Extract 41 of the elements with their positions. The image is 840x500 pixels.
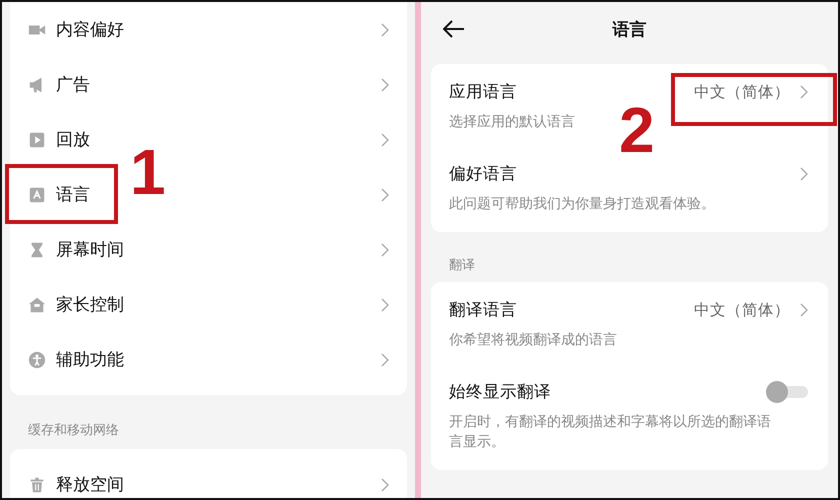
section-header: 翻译 [448, 257, 476, 274]
chevron-icon [381, 188, 389, 202]
toggle-switch[interactable] [766, 382, 808, 402]
setting-title[interactable]: 偏好语言 [448, 163, 517, 185]
settings-item-label[interactable]: 广告 [56, 73, 90, 96]
chevron-icon [381, 478, 389, 492]
chevron-icon [381, 352, 389, 366]
settings-item-label[interactable]: 屏幕时间 [56, 238, 124, 261]
settings-item-label[interactable]: 家长控制 [56, 293, 124, 316]
play-icon [28, 130, 46, 148]
setting-description: 开启时，有翻译的视频描述和字幕将以所选的翻译语言显示。 [448, 413, 772, 452]
step-number: 1 [130, 140, 166, 204]
section-header: 缓存和移动网络 [27, 422, 120, 439]
setting-value[interactable]: 中文（简体） [694, 300, 790, 320]
home-icon [28, 296, 46, 314]
settings-item-label[interactable]: 语言 [56, 183, 90, 206]
chevron-icon [381, 132, 389, 146]
settings-item-label[interactable]: 辅助功能 [56, 348, 124, 371]
setting-title[interactable]: 应用语言 [448, 81, 517, 103]
setting-description: 选择应用的默认语言 [448, 113, 576, 132]
chevron-icon [381, 22, 389, 36]
setting-title[interactable]: 翻译语言 [448, 299, 517, 321]
step-number: 2 [618, 98, 655, 162]
back-arrow-icon[interactable] [442, 20, 465, 38]
setting-description: 你希望将视频翻译成的语言 [448, 331, 618, 350]
setting-description: 此问题可帮助我们为你量身打造观看体验。 [448, 195, 716, 214]
chevron-icon [800, 167, 808, 181]
accessibility-icon [28, 350, 46, 368]
chevron-icon [381, 242, 389, 256]
setting-value[interactable]: 中文（简体） [694, 82, 790, 102]
settings-item-label[interactable]: 回放 [56, 128, 90, 151]
chevron-icon [381, 78, 389, 92]
chevron-icon [381, 298, 389, 312]
screen-title: 语言 [612, 18, 646, 40]
trash-icon [28, 476, 46, 494]
setting-title[interactable]: 始终显示翻译 [448, 381, 551, 403]
settings-item-label[interactable]: 内容偏好 [56, 18, 124, 41]
chevron-icon [800, 303, 808, 317]
language-icon [28, 186, 46, 204]
chevron-icon [800, 85, 808, 99]
settings-item-label[interactable]: 释放空间 [56, 473, 124, 496]
